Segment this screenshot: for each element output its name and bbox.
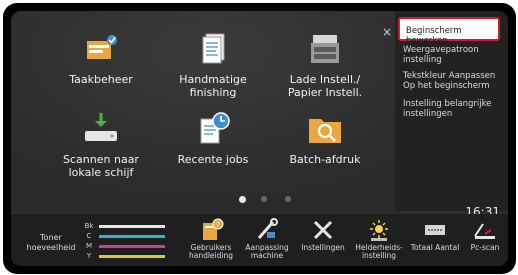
- dock-user-manual[interactable]: ? Gebruikers handleiding: [183, 218, 239, 260]
- batch-print-icon: [305, 109, 345, 149]
- dock-label: Totaal Aantal: [410, 243, 460, 252]
- app-scan-to-local-drive[interactable]: Scannen naar lokale schijf: [51, 109, 151, 179]
- dock-label: Helderheids- instelling: [355, 243, 403, 260]
- total-count-icon: [421, 218, 449, 242]
- settings-tools-icon: [309, 218, 337, 242]
- settings-menu: Beginscherm bewerken Weergavepatroon ins…: [395, 11, 508, 211]
- app-tray-settings[interactable]: Lade Instell./ Papier Instell.: [275, 29, 375, 99]
- device-screen: Taakbeheer Handmatige finishing Lade Ins…: [3, 3, 516, 274]
- dock-settings[interactable]: Instellingen: [295, 218, 351, 252]
- app-label: Batch-afdruk: [289, 153, 361, 166]
- toner-color-label: Bk: [84, 222, 94, 230]
- app-recent-jobs[interactable]: Recente jobs: [163, 109, 263, 166]
- dock-pc-scan[interactable]: Pc-scan: [457, 218, 508, 252]
- user-manual-icon: ?: [197, 218, 225, 242]
- app-label: Taakbeheer: [69, 73, 133, 86]
- brightness-icon: [365, 218, 393, 242]
- page-dot[interactable]: [239, 195, 246, 203]
- menu-item-important-settings[interactable]: Instelling belangrijke instellingen: [403, 99, 503, 119]
- dock-label: Aanpassing machine: [245, 243, 289, 260]
- manual-finishing-icon: [193, 29, 233, 69]
- touch-panel: Taakbeheer Handmatige finishing Lade Ins…: [11, 11, 508, 266]
- app-label: Scannen naar lokale schijf: [63, 153, 139, 179]
- toner-color-label: C: [86, 232, 92, 240]
- app-label: Recente jobs: [177, 153, 249, 166]
- dock-total-count[interactable]: Totaal Aantal: [407, 218, 463, 252]
- svg-text:?: ?: [216, 221, 220, 229]
- app-job-status[interactable]: Taakbeheer: [51, 29, 151, 86]
- close-menu-button[interactable]: ×: [382, 25, 392, 39]
- toner-bar-cyan: [99, 235, 165, 238]
- menu-item-display-pattern[interactable]: Weergavepatroon instelling: [403, 45, 503, 65]
- toner-bar-yellow: [99, 255, 165, 258]
- dock-brightness[interactable]: Helderheids- instelling: [351, 218, 407, 260]
- menu-item-text-color[interactable]: Tekstkleur Aanpassen Op het beginscherm: [403, 71, 503, 91]
- page-dot[interactable]: [261, 196, 267, 202]
- toner-label: Toner hoeveelheid: [26, 233, 76, 252]
- pc-scan-icon: [471, 218, 499, 242]
- app-label: Handmatige finishing: [179, 73, 247, 99]
- toner-bar-magenta: [99, 245, 165, 248]
- dock-machine-adjustment[interactable]: Aanpassing machine: [239, 218, 295, 260]
- scan-to-local-drive-icon: [81, 109, 121, 149]
- app-manual-finishing[interactable]: Handmatige finishing: [163, 29, 263, 99]
- machine-adjustment-icon: [253, 218, 281, 242]
- tray-settings-icon: [305, 29, 345, 69]
- dock-label: Instellingen: [301, 243, 345, 252]
- app-batch-print[interactable]: Batch-afdruk: [275, 109, 375, 166]
- toner-bar-black: [99, 225, 165, 228]
- menu-item-edit-home[interactable]: Beginscherm bewerken: [398, 17, 500, 46]
- bottom-dock: Toner hoeveelheid Bk C M Y ? Gebruikers …: [11, 214, 508, 266]
- recent-jobs-icon: [193, 109, 233, 149]
- dock-label: Gebruikers handleiding: [188, 243, 233, 260]
- toner-level-widget[interactable]: Toner hoeveelheid Bk C M Y: [17, 222, 167, 262]
- app-label: Lade Instell./ Papier Instell.: [287, 73, 363, 99]
- dock-label: Pc-scan: [470, 243, 500, 252]
- page-dot[interactable]: [285, 196, 291, 202]
- job-status-icon: [81, 29, 121, 69]
- toner-color-label: M: [85, 242, 93, 250]
- toner-color-label: Y: [86, 252, 92, 260]
